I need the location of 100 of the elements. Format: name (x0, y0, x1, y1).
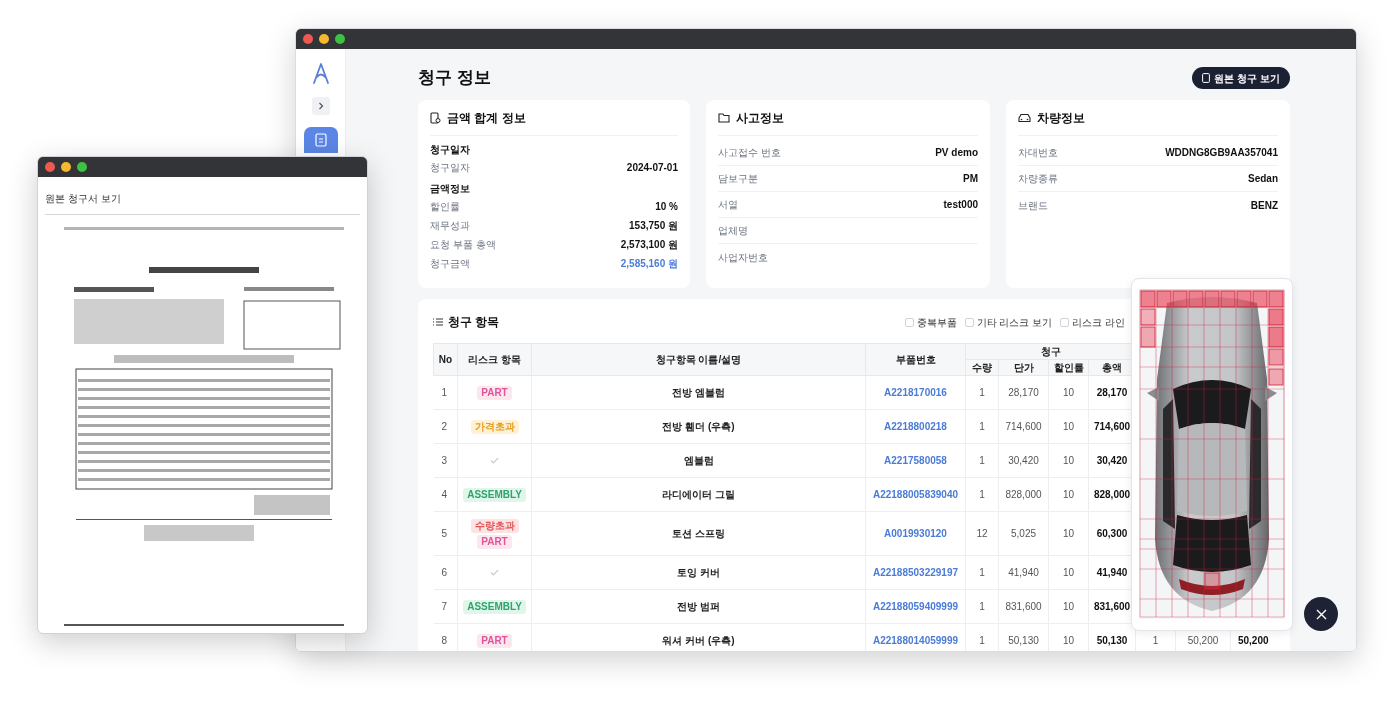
table-cell: 50,200 (1237, 635, 1269, 646)
table-cell: 5,025 (998, 511, 1049, 556)
field-label: 서열 (718, 198, 738, 212)
part-number-link[interactable]: A2218170016 (884, 387, 947, 398)
part-number-link[interactable]: A0019930120 (884, 528, 947, 539)
field-value: 10 % (655, 200, 678, 214)
document-icon (1202, 73, 1211, 83)
table-cell: 전방 엠블럼 (531, 375, 866, 410)
document-icon (314, 133, 327, 147)
risk-tag: PART (477, 534, 512, 549)
window-title: 원본 청구서 보기 (45, 193, 121, 204)
field-value: Sedan (1248, 172, 1278, 186)
risk-tag: ASSEMBLY (463, 599, 526, 614)
list-icon (433, 318, 443, 326)
table-cell: 토션 스프링 (531, 511, 866, 556)
table-cell: 10 (1048, 623, 1089, 651)
field-value: 2,573,100 원 (620, 238, 678, 252)
table-cell: 4 (433, 477, 458, 512)
table-cell: 5 (433, 511, 458, 556)
table-cell: 1 (965, 443, 999, 478)
table-cell: 1 (433, 375, 458, 410)
car-icon (1018, 112, 1031, 123)
card-title: 청구 항목 (448, 314, 500, 331)
risk-tag: PART (477, 633, 512, 648)
checkbox-label: 중복부품 (916, 315, 957, 330)
expand-button[interactable] (311, 97, 330, 115)
field-value: WDDNG8GB9AA357041 (1165, 146, 1278, 160)
table-cell: 1 (965, 555, 999, 590)
card-title: 사고정보 (736, 109, 784, 127)
card-title: 차량정보 (1037, 109, 1085, 127)
column-header: 청구항목 이름/설명 (531, 343, 866, 376)
receipt-icon (430, 111, 441, 124)
chevron-right-icon (317, 102, 324, 110)
field-label: 사고접수 번호 (718, 146, 781, 160)
checkbox-label: 리스크 라인 (1072, 315, 1125, 330)
column-header: 부품번호 (865, 343, 966, 376)
table-cell: 41,940 (998, 555, 1049, 590)
field-value: 153,750 원 (629, 219, 678, 233)
field-label: 청구금액 (430, 257, 470, 271)
checkbox[interactable] (1060, 317, 1070, 327)
table-cell: 828,000 (998, 477, 1049, 512)
risk-tag: PART (477, 385, 512, 400)
field-label: 청구일자 (430, 161, 470, 175)
table-cell: 10 (1048, 511, 1089, 556)
table-cell: 30,420 (998, 443, 1049, 478)
checkbox-label: 기타 리스크 보기 (976, 315, 1053, 330)
table-cell: 10 (1048, 477, 1089, 512)
field-label: 할인률 (430, 200, 460, 214)
field-value: test000 (943, 198, 978, 212)
table-cell: 토잉 커버 (531, 555, 866, 590)
table-cell: 7 (433, 589, 458, 624)
field-value: 2,585,160 원 (620, 257, 678, 271)
table-cell: 10 (1048, 555, 1089, 590)
table-cell: 1 (965, 589, 999, 624)
field-label: 담보구분 (718, 172, 758, 186)
table-cell: 1 (965, 477, 999, 512)
risk-tag: 가격초과 (470, 419, 519, 434)
close-icon (1315, 608, 1327, 620)
table-cell: 전방 휀더 (우측) (531, 409, 866, 444)
table-cell: 12 (965, 511, 999, 556)
section-heading: 청구일자 (430, 142, 471, 157)
table-cell: 8 (433, 623, 458, 651)
nav-button[interactable] (303, 127, 338, 153)
table-cell: 1 (965, 375, 999, 410)
risk-tag: 수량초과 (470, 518, 519, 533)
table-cell: 엠블럼 (531, 443, 866, 478)
field-value: PM (963, 172, 978, 186)
checkbox[interactable] (904, 317, 914, 327)
field-label: 요청 부품 총액 (430, 238, 496, 252)
part-number-link[interactable]: A2217580058 (884, 455, 947, 466)
page-title: 청구 정보 (418, 67, 491, 90)
part-number-link[interactable]: A2218800218 (884, 421, 947, 432)
table-cell: 라디에이터 그릴 (531, 477, 866, 512)
table-cell: 10 (1048, 589, 1089, 624)
logo-icon (310, 61, 331, 85)
field-label: 재무성과 (430, 219, 470, 233)
table-cell: 10 (1048, 443, 1089, 478)
column-header: No (433, 343, 458, 376)
checkbox[interactable] (964, 317, 974, 327)
field-label: 차량종류 (1018, 172, 1058, 186)
field-label: 차대번호 (1018, 146, 1058, 160)
table-cell: 워셔 커버 (우측) (531, 623, 866, 651)
table-cell: 28,170 (998, 375, 1049, 410)
card-title: 금액 합계 정보 (447, 109, 526, 127)
table-cell: 2 (433, 409, 458, 444)
field-label: 브랜드 (1018, 198, 1048, 213)
field-label: 사업자번호 (718, 250, 768, 265)
table-cell: 1 (965, 409, 999, 444)
table-cell: 10 (1048, 409, 1089, 444)
field-value: 2024-07-01 (626, 161, 678, 175)
risk-tag: ASSEMBLY (463, 487, 526, 502)
column-header: 리스크 항목 (457, 343, 532, 376)
table-cell: 1 (1152, 635, 1159, 646)
view-original-button[interactable]: 원본 청구 보기 (1192, 67, 1290, 89)
table-cell: 714,600 (998, 409, 1049, 444)
field-value: PV demo (935, 146, 978, 160)
table-cell: 10 (1048, 375, 1089, 410)
table-cell: 3 (433, 443, 458, 478)
table-cell: 50,200 (1187, 635, 1219, 646)
table-cell: 1 (965, 623, 999, 651)
